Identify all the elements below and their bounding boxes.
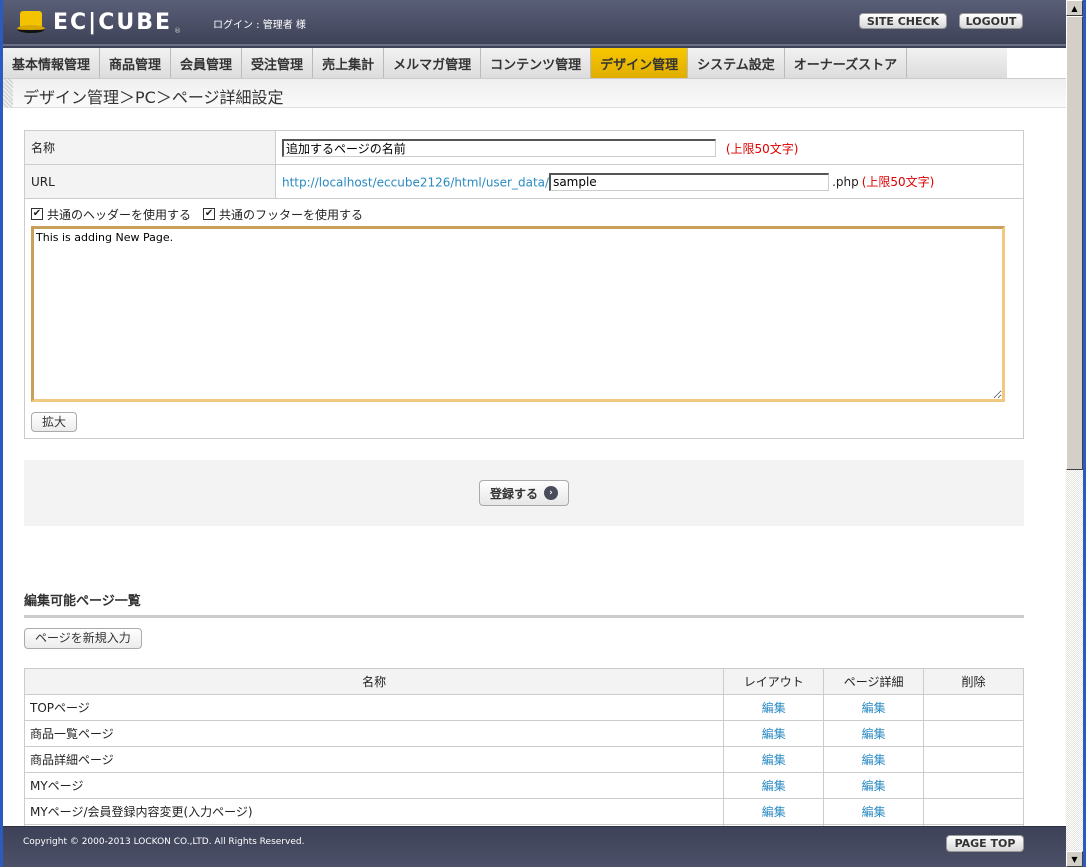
nav-item-design[interactable]: デザイン管理: [591, 48, 689, 78]
page-list-table: 名称 レイアウト ページ詳細 削除 TOPページ 編集 編集 商品一覧ページ 編…: [23, 668, 1024, 851]
login-info: ログイン : 管理者 様: [213, 20, 306, 31]
col-header-layout: レイアウト: [723, 668, 825, 695]
page-top-button[interactable]: PAGE TOP: [946, 835, 1024, 852]
url-cell: http://localhost/eccube2126/html/user_da…: [275, 164, 1024, 199]
edit-detail-link[interactable]: 編集: [862, 753, 886, 767]
editor-row: ✔ 共通のヘッダーを使用する ✔ 共通のフッターを使用する This is ad…: [24, 198, 1024, 439]
use-header-checkbox[interactable]: ✔: [31, 208, 43, 220]
table-row: MYページ/会員登録内容変更(入力ページ) 編集 編集: [23, 798, 1024, 825]
footer: Copyright © 2000-2013 LOCKON CO.,LTD. Al…: [3, 826, 1066, 867]
edit-layout-link[interactable]: 編集: [762, 727, 786, 741]
delete-cell: [923, 720, 1024, 747]
delete-cell: [923, 694, 1024, 721]
registered-mark: ®: [174, 27, 182, 35]
delete-cell: [923, 746, 1024, 773]
edit-detail-link[interactable]: 編集: [862, 805, 886, 819]
eccube-logo[interactable]: EC|CUBE ®: [17, 10, 181, 35]
copyright: Copyright © 2000-2013 LOCKON CO.,LTD. Al…: [23, 837, 305, 847]
new-page-button[interactable]: ページを新規入力: [24, 628, 142, 649]
table-header-row: 名称 レイアウト ページ詳細 削除: [23, 668, 1024, 695]
page-name: TOPページ: [23, 694, 725, 721]
edit-detail-link[interactable]: 編集: [862, 779, 886, 793]
edit-layout-link[interactable]: 編集: [762, 701, 786, 715]
template-editor[interactable]: This is adding New Page.: [31, 226, 1005, 402]
name-limit-note: (上限50文字): [725, 141, 799, 156]
site-check-button[interactable]: SITE CHECK: [859, 13, 947, 29]
edit-layout-link[interactable]: 編集: [762, 753, 786, 767]
register-button[interactable]: 登録する ›: [478, 480, 569, 506]
cube-logo-icon: [17, 10, 45, 35]
col-header-name: 名称: [23, 668, 725, 695]
page-name: MYページ: [23, 772, 725, 799]
page-list-heading: 編集可能ページ一覧: [24, 590, 1024, 618]
nav-item-products[interactable]: 商品管理: [100, 48, 172, 78]
page-name: 商品一覧ページ: [23, 720, 725, 747]
name-label: 名称: [24, 130, 276, 165]
col-header-detail: ページ詳細: [823, 668, 925, 695]
page: EC|CUBE ® ログイン : 管理者 様 SITE CHECK LOGOUT…: [3, 0, 1066, 867]
window-frame-left: [0, 0, 3, 867]
page-detail-form: 名称 (上限50文字) URL http://localhost/eccube2…: [24, 130, 1024, 439]
breadcrumb-bar: デザイン管理＞PC＞ページ詳細設定: [3, 78, 1066, 108]
url-filename-input[interactable]: [549, 172, 830, 191]
url-prefix: http://localhost/eccube2126/html/user_da…: [282, 175, 550, 189]
nav-item-sales[interactable]: 売上集計: [313, 48, 385, 78]
header: EC|CUBE ® ログイン : 管理者 様 SITE CHECK LOGOUT: [3, 0, 1066, 46]
breadcrumb-stripe: [3, 79, 13, 108]
nav-item-contents[interactable]: コンテンツ管理: [481, 48, 592, 78]
page-name: 商品詳細ページ: [23, 746, 725, 773]
url-limit-note: (上限50文字): [861, 175, 935, 189]
table-row: 商品一覧ページ 編集 編集: [23, 720, 1024, 747]
table-row: 商品詳細ページ 編集 編集: [23, 746, 1024, 773]
logo-text: EC|CUBE: [53, 10, 173, 35]
edit-layout-link[interactable]: 編集: [762, 805, 786, 819]
table-row: TOPページ 編集 編集: [23, 694, 1024, 721]
use-footer-checkbox[interactable]: ✔: [203, 208, 216, 220]
name-cell: (上限50文字): [275, 130, 1024, 165]
url-row: URL http://localhost/eccube2126/html/use…: [24, 164, 1024, 199]
edit-detail-link[interactable]: 編集: [862, 701, 886, 715]
nav-filler: [907, 48, 1008, 78]
arrow-right-icon: ›: [544, 486, 558, 500]
scrollbar-thumb[interactable]: [1066, 16, 1083, 470]
nav-item-system[interactable]: システム設定: [688, 48, 785, 78]
nav-item-basic-info[interactable]: 基本情報管理: [3, 48, 101, 78]
scroll-down-icon[interactable]: ▼: [1066, 851, 1083, 867]
logout-button[interactable]: LOGOUT: [959, 13, 1023, 29]
delete-cell: [923, 798, 1024, 825]
table-row: MYページ 編集 編集: [23, 772, 1024, 799]
nav-item-orders[interactable]: 受注管理: [242, 48, 314, 78]
submit-area: 登録する ›: [24, 460, 1024, 526]
breadcrumb: デザイン管理＞PC＞ページ詳細設定: [23, 88, 284, 107]
nav-item-customers[interactable]: 会員管理: [171, 48, 243, 78]
use-footer-label[interactable]: 共通のフッターを使用する: [219, 206, 363, 223]
expand-button[interactable]: 拡大: [31, 412, 78, 432]
name-row: 名称 (上限50文字): [24, 130, 1024, 165]
use-header-label[interactable]: 共通のヘッダーを使用する: [47, 206, 191, 223]
nav-item-owners-store[interactable]: オーナーズストア: [784, 48, 908, 78]
nav-item-mail-magazine[interactable]: メルマガ管理: [384, 48, 482, 78]
vertical-scrollbar[interactable]: ▲ ▼: [1066, 0, 1083, 867]
edit-detail-link[interactable]: 編集: [862, 727, 886, 741]
page-name: MYページ/会員登録内容変更(入力ページ): [23, 798, 725, 825]
url-label: URL: [24, 164, 276, 199]
col-header-delete: 削除: [923, 668, 1024, 695]
layout-options: ✔ 共通のヘッダーを使用する ✔ 共通のフッターを使用する: [31, 205, 1017, 223]
main-nav: 基本情報管理 商品管理 会員管理 受注管理 売上集計 メルマガ管理 コンテンツ管…: [3, 46, 1066, 78]
register-label: 登録する: [489, 486, 538, 501]
page-name-input[interactable]: [282, 138, 716, 157]
main-content: 名称 (上限50文字) URL http://localhost/eccube2…: [23, 130, 1024, 851]
edit-layout-link[interactable]: 編集: [762, 779, 786, 793]
scroll-up-icon[interactable]: ▲: [1066, 0, 1083, 16]
editor-cell: ✔ 共通のヘッダーを使用する ✔ 共通のフッターを使用する This is ad…: [24, 198, 1024, 439]
delete-cell: [923, 772, 1024, 799]
url-suffix: .php: [832, 175, 859, 189]
